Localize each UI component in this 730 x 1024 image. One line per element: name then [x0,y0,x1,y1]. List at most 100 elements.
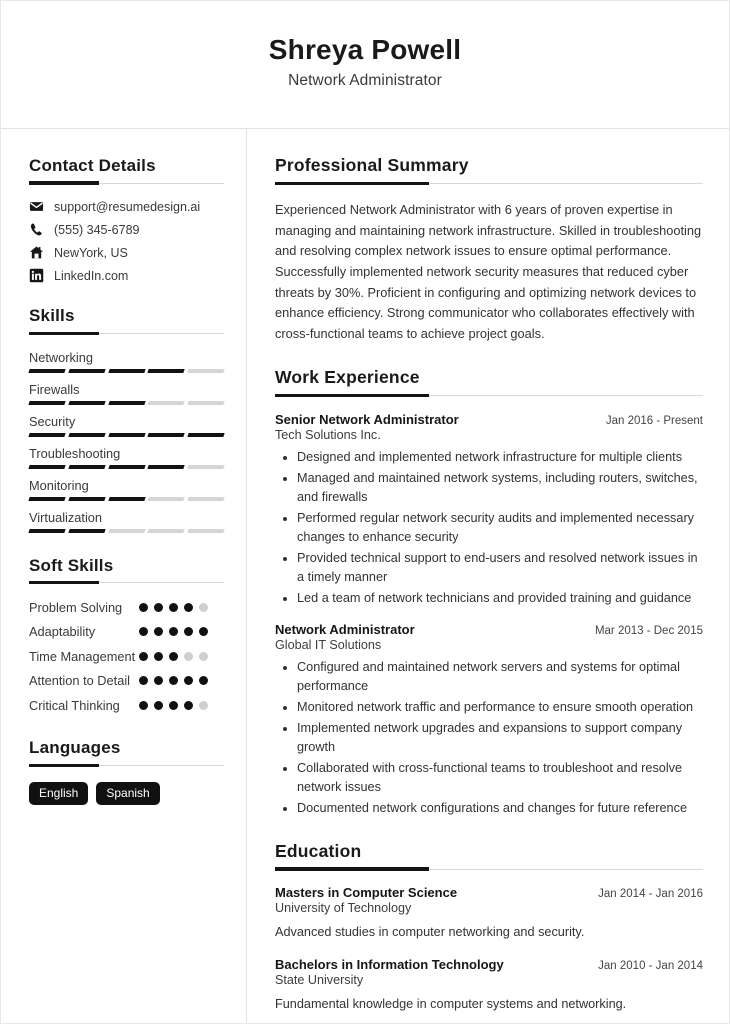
skill-item: Firewalls [28,381,225,405]
skill-bar-segment [107,496,146,501]
section-divider [29,181,224,185]
skill-level-bar [28,368,225,373]
skill-bar-segment [107,368,146,373]
section-education: Education Masters in Computer Science Jan… [275,841,703,1015]
skill-item: Security [28,414,225,437]
education-date-range: Jan 2014 - Jan 2016 [598,888,703,901]
skill-bar-segment [68,496,106,501]
section-heading: Education [275,840,362,861]
skill-bar-segment [147,432,185,437]
soft-skill-item: Critical Thinking [29,697,224,716]
languages-list: English Spanish [29,781,224,806]
skill-bar-segment [147,368,185,373]
skill-bar-segment [187,496,225,501]
soft-skill-item: Problem Solving [29,599,224,618]
education-date-range: Jan 2010 - Jan 2014 [598,960,703,973]
skill-item: Networking [28,349,225,373]
section-professional-summary: Professional Summary Experienced Network… [275,155,703,345]
skill-label: Firewalls [29,381,80,397]
skill-bar-segment [187,528,225,533]
summary-text: Experienced Network Administrator with 6… [275,201,702,342]
section-work-experience: Work Experience Senior Network Administr… [275,367,703,819]
rating-dot [199,602,208,612]
skill-bar-segment [68,432,106,437]
education-entries: Masters in Computer Science Jan 2014 - Ja… [275,885,703,1014]
soft-skill-rating [139,648,211,661]
education-description: Advanced studies in computer networking … [275,925,585,940]
entry-header: Network Administrator Mar 2013 - Dec 2015 [275,622,703,637]
skill-item: Monitoring [28,477,225,501]
skill-bar-segment [187,432,225,437]
entry-header: Senior Network Administrator Jan 2016 - P… [275,412,703,427]
rating-dot [154,651,163,661]
skill-bar-segment [147,528,185,533]
skill-bar-segment [28,528,66,533]
company-name: Global IT Solutions [275,638,382,653]
skill-bar-segment [147,464,185,469]
skill-level-bar [28,400,225,405]
work-entry: Senior Network Administrator Jan 2016 - P… [275,412,703,608]
section-heading: Skills [29,306,75,326]
contact-value: NewYork, US [54,245,128,260]
soft-skill-rating [139,672,211,686]
skill-bar-segment [28,496,66,501]
rating-dot [199,676,208,686]
skills-list: Networking Firewalls Security Troubleshooti… [28,349,225,533]
skill-bar-segment [68,400,106,405]
list-item: Managed and maintained network systems, … [297,469,703,507]
skill-level-bar [28,464,225,469]
skill-label: Monitoring [29,477,89,493]
section-contact-details: Contact Details support@resumedesign.ai (… [29,155,224,283]
skill-bar-segment [107,400,146,405]
contact-item[interactable]: NewYork, US [29,245,224,260]
education-entry: Bachelors in Information Technology Jan 2… [275,957,703,1015]
rating-dot [154,627,163,637]
skill-label: Networking [29,349,94,365]
rating-dot [169,602,178,612]
header-subtitle: Network Administrator [288,72,442,90]
contact-item[interactable]: support@resumedesign.ai [29,199,224,214]
list-item: Configured and maintained network server… [297,658,703,696]
home-icon [29,245,44,260]
rating-dot [154,676,163,686]
skill-bar-segment [107,432,146,437]
resume-page: Shreya Powell Network Administrator Cont… [0,0,730,1024]
envelope-icon [29,199,44,214]
section-heading: Contact Details [29,156,156,175]
skill-bar-segment [28,432,66,437]
soft-skill-rating [139,599,211,612]
entry-header: Bachelors in Information Technology Jan 2… [275,957,703,972]
skill-bar-segment [147,400,185,405]
section-heading: Languages [29,738,121,758]
skill-label: Troubleshooting [29,445,121,461]
job-title: Senior Network Administrator [275,411,459,427]
section-divider [275,393,703,398]
contact-item[interactable]: LinkedIn.com [29,268,224,283]
linkedin-icon [29,268,44,283]
section-divider [29,580,224,585]
rating-dot [169,700,178,710]
phone-icon [29,222,44,237]
resume-body: Contact Details support@resumedesign.ai (… [1,129,729,1023]
section-heading: Work Experience [275,366,420,387]
list-item: Documented network configurations and ch… [297,799,703,818]
skill-level-bar [28,496,225,501]
list-item: Performed regular network security audit… [297,509,703,547]
list-item: Designed and implemented network infrast… [297,448,703,467]
skill-bar-segment [187,368,225,373]
rating-dot [154,700,163,710]
page-title: Shreya Powell [268,33,462,65]
entry-header: Masters in Computer Science Jan 2014 - Ja… [275,885,703,900]
language-badge: English [29,781,89,806]
contact-item[interactable]: (555) 345-6789 [29,222,224,237]
soft-skill-label: Adaptability [29,624,96,640]
rating-dot [154,602,163,612]
soft-skills-list: Problem Solving Adaptability Time Manageme… [29,599,224,716]
rating-dot [169,627,178,637]
soft-skill-item: Adaptability [29,623,224,642]
language-badge: Spanish [96,781,160,806]
list-item: Implemented network upgrades and expansi… [297,719,703,757]
section-skills: Skills Networking Firewalls Security Troubl… [28,305,225,533]
contact-list: support@resumedesign.ai (555) 345-6789 New… [29,199,224,283]
skill-bar-segment [28,400,66,405]
